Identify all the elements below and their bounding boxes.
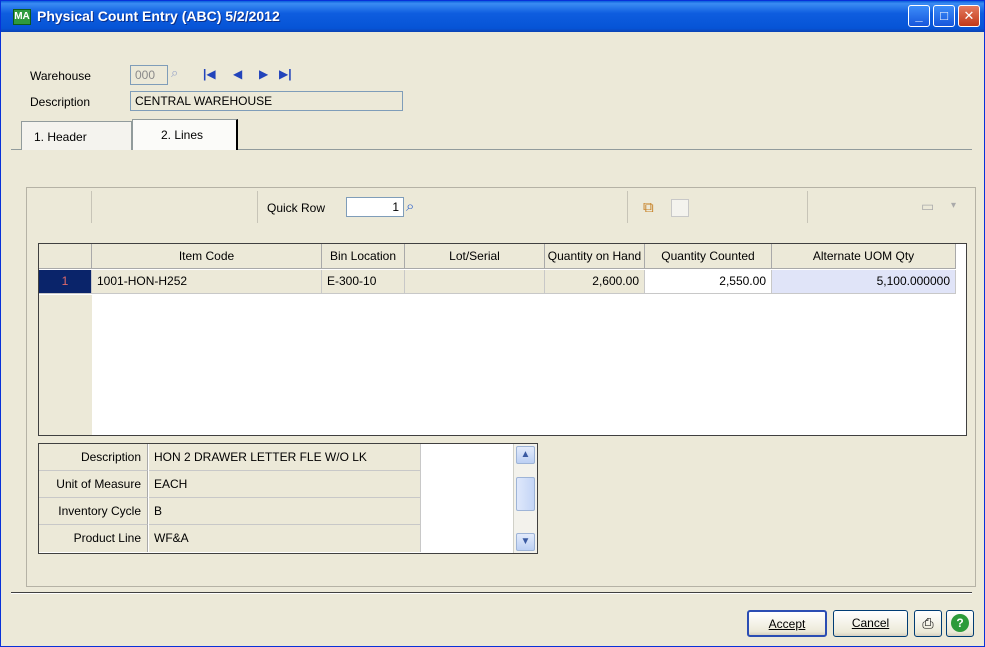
item-details-panel: Description HON 2 DRAWER LETTER FLE W/O … bbox=[38, 443, 538, 554]
warehouse-input[interactable]: 000 bbox=[130, 65, 168, 85]
blank-tool-button[interactable] bbox=[671, 199, 689, 217]
add-items-icon[interactable]: ⧉ bbox=[643, 199, 654, 216]
chevron-down-icon[interactable]: ▾ bbox=[951, 200, 956, 211]
tab-header-label: 1. Header bbox=[34, 130, 87, 144]
help-button[interactable]: ? bbox=[946, 610, 974, 637]
cancel-button[interactable]: Cancel bbox=[833, 610, 908, 637]
print-icon[interactable]: ⎙ bbox=[914, 610, 942, 637]
bin-location-cell[interactable]: E-300-10 bbox=[322, 270, 405, 294]
grid-header-quantity-counted[interactable]: Quantity Counted bbox=[645, 244, 772, 269]
lot-serial-cell[interactable] bbox=[405, 270, 545, 294]
detail-label-inventory-cycle: Inventory Cycle bbox=[39, 498, 148, 525]
last-record-icon[interactable]: ▶| bbox=[279, 67, 292, 81]
maximize-button[interactable]: □ bbox=[933, 5, 955, 27]
lookup-icon[interactable]: ⌕ bbox=[171, 65, 178, 81]
qty-on-hand-cell: 2,600.00 bbox=[545, 270, 645, 294]
grid-header-alternate-uom-qty[interactable]: Alternate UOM Qty bbox=[772, 244, 956, 269]
item-code-cell[interactable]: 1001-HON-H252 bbox=[92, 270, 322, 294]
row-search-icon[interactable]: ⌕ bbox=[406, 198, 414, 215]
row-number-cell[interactable]: 1 bbox=[39, 270, 92, 294]
accept-button[interactable]: Accept bbox=[747, 610, 827, 637]
quick-row-input[interactable]: 1 bbox=[346, 197, 404, 217]
help-icon: ? bbox=[951, 614, 969, 632]
warehouse-label: Warehouse bbox=[30, 69, 91, 83]
tab-lines[interactable]: 2. Lines bbox=[132, 119, 238, 150]
grid-header-bin-location[interactable]: Bin Location bbox=[322, 244, 405, 269]
row-header-gutter bbox=[39, 295, 92, 435]
detail-label-unit-of-measure: Unit of Measure bbox=[39, 471, 148, 498]
qty-counted-cell[interactable]: 2,550.00 bbox=[645, 270, 772, 294]
scroll-down-button[interactable]: ▼ bbox=[516, 533, 535, 551]
divider bbox=[11, 593, 972, 594]
toolbar-separator bbox=[257, 191, 258, 223]
lines-grid[interactable]: Item Code Bin Location Lot/Serial Quanti… bbox=[38, 243, 967, 436]
previous-record-icon[interactable]: ◀ bbox=[233, 67, 242, 81]
detail-value-unit-of-measure: EACH bbox=[149, 471, 421, 498]
description-label: Description bbox=[30, 95, 91, 109]
accept-button-label: Accept bbox=[768, 617, 806, 631]
detail-label-product-line: Product Line bbox=[39, 525, 148, 552]
grid-header-item-code[interactable]: Item Code bbox=[92, 244, 322, 269]
toolbar-separator bbox=[627, 191, 628, 223]
details-scrollbar[interactable]: ▲ ▼ bbox=[513, 444, 537, 553]
description-field: CENTRAL WAREHOUSE bbox=[130, 91, 403, 111]
first-record-icon[interactable]: |◀ bbox=[203, 67, 216, 81]
toolbar-separator bbox=[91, 191, 92, 223]
physical-count-entry-window: MA Physical Count Entry (ABC) 5/2/2012 _… bbox=[0, 0, 985, 647]
quick-row-label: Quick Row bbox=[267, 201, 326, 215]
scroll-thumb[interactable] bbox=[516, 477, 535, 511]
detail-value-product-line: WF&A bbox=[149, 525, 421, 552]
grid-header-row-number bbox=[39, 244, 92, 269]
grid-header-lot-serial[interactable]: Lot/Serial bbox=[405, 244, 545, 269]
grid-header-quantity-on-hand[interactable]: Quantity on Hand bbox=[545, 244, 645, 269]
toolbar-separator bbox=[807, 191, 808, 223]
window-title: Physical Count Entry (ABC) 5/2/2012 bbox=[37, 8, 280, 24]
title-bar[interactable]: MA Physical Count Entry (ABC) 5/2/2012 _… bbox=[1, 1, 984, 32]
cancel-button-label: Cancel bbox=[851, 616, 890, 630]
tab-lines-label: 2. Lines bbox=[161, 128, 204, 142]
detail-value-inventory-cycle: B bbox=[149, 498, 421, 525]
grid-options-icon[interactable]: ▭ bbox=[921, 198, 934, 215]
minimize-button[interactable]: _ bbox=[908, 5, 930, 27]
tab-header[interactable]: 1. Header bbox=[21, 121, 132, 150]
alt-uom-qty-cell[interactable]: 5,100.000000 bbox=[772, 270, 956, 294]
next-record-icon[interactable]: ▶ bbox=[259, 67, 268, 81]
close-button[interactable]: ✕ bbox=[958, 5, 980, 27]
scroll-up-button[interactable]: ▲ bbox=[516, 446, 535, 464]
app-icon: MA bbox=[13, 9, 31, 25]
detail-label-description: Description bbox=[39, 444, 148, 471]
detail-value-description: HON 2 DRAWER LETTER FLE W/O LK bbox=[149, 444, 421, 471]
